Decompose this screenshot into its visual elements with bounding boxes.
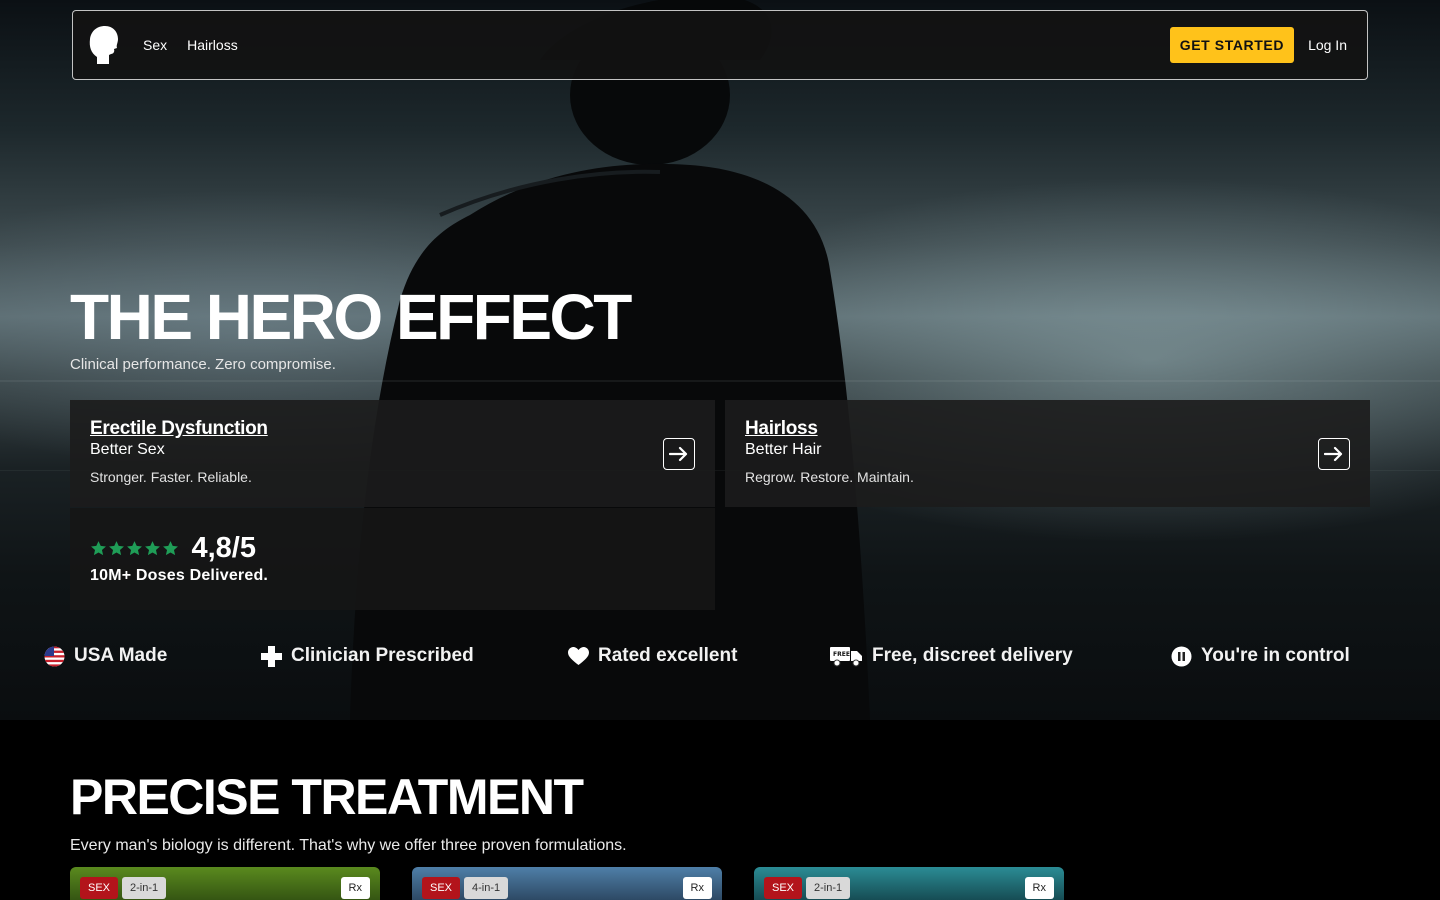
brand-logo-icon[interactable] [87,25,119,65]
type-tag: 4-in-1 [464,877,509,899]
category-title[interactable]: Hairloss [745,418,1350,440]
heart-icon [568,646,589,665]
nav-link-hairloss[interactable]: Hairloss [187,37,238,53]
svg-text:FREE: FREE [833,651,850,658]
star-icon [109,541,124,556]
category-tag: SEX [80,877,119,899]
rx-tag: Rx [1024,877,1054,899]
star-icon [127,541,142,556]
category-tag: SEX [764,877,803,899]
rating-score: 4,8/5 [191,532,256,564]
trust-item-label: USA Made [74,645,168,666]
type-tag: 2-in-1 [122,877,167,899]
category-subtitle: Better Hair [745,441,822,458]
star-icon [163,541,178,556]
trust-item-clinician-prescribed: Clinician Prescribed [261,645,474,667]
login-link[interactable]: Log In [1308,37,1347,53]
doses-delivered: 10M+ Doses Delivered. [90,567,269,584]
product-card[interactable]: SEX 2-in-1 Rx [70,867,380,900]
nav-link-sex[interactable]: Sex [143,37,167,53]
trust-item-label: Clinician Prescribed [291,645,474,666]
get-started-button[interactable]: GET STARTED [1169,27,1295,63]
trust-item-free-delivery: FREE Free, discreet delivery [830,645,1073,667]
category-title[interactable]: Erectile Dysfunction [90,418,695,440]
product-card[interactable]: SEX 4-in-1 Rx [412,867,722,900]
arrow-right-icon[interactable] [663,438,695,470]
pause-icon [1171,646,1192,666]
delivery-truck-icon: FREE [830,646,862,666]
arrow-right-icon[interactable] [1318,438,1350,470]
trust-item-in-control: You're in control [1171,645,1350,667]
category-subtitle: Better Sex [90,441,165,458]
trust-item-usa-made: USA Made [44,645,167,667]
section-title: PRECISE TREATMENT [70,769,584,825]
medical-cross-icon [261,645,282,667]
hero-title: THE HERO EFFECT [70,281,632,353]
star-icon [91,541,106,556]
trust-item-label: You're in control [1201,645,1350,666]
rx-tag: Rx [340,877,370,899]
rating-summary: 4,8/5 10M+ Doses Delivered. [70,508,715,610]
section-subtitle: Every man's biology is different. That's… [70,837,627,854]
star-rating [90,540,179,557]
trust-bar: USA Made Clinician Prescribed Rated exce… [0,645,1440,675]
trust-item-rated-excellent: Rated excellent [568,645,737,667]
rx-tag: Rx [682,877,712,899]
category-description: Regrow. Restore. Maintain. [745,469,914,485]
category-card-erectile-dysfunction[interactable]: Erectile Dysfunction Better Sex Stronger… [70,400,715,507]
type-tag: 2-in-1 [806,877,851,899]
hero-subtitle: Clinical performance. Zero compromise. [70,356,336,373]
star-icon [145,541,160,556]
trust-item-label: Free, discreet delivery [872,645,1073,666]
us-flag-icon [44,646,65,666]
category-card-hairloss[interactable]: Hairloss Better Hair Regrow. Restore. Ma… [725,400,1370,507]
top-navigation: Sex Hairloss GET STARTED Log In [72,10,1368,80]
category-description: Stronger. Faster. Reliable. [90,469,252,485]
category-tag: SEX [422,877,461,899]
trust-item-label: Rated excellent [598,645,738,666]
product-card[interactable]: SEX 2-in-1 Rx [754,867,1064,900]
